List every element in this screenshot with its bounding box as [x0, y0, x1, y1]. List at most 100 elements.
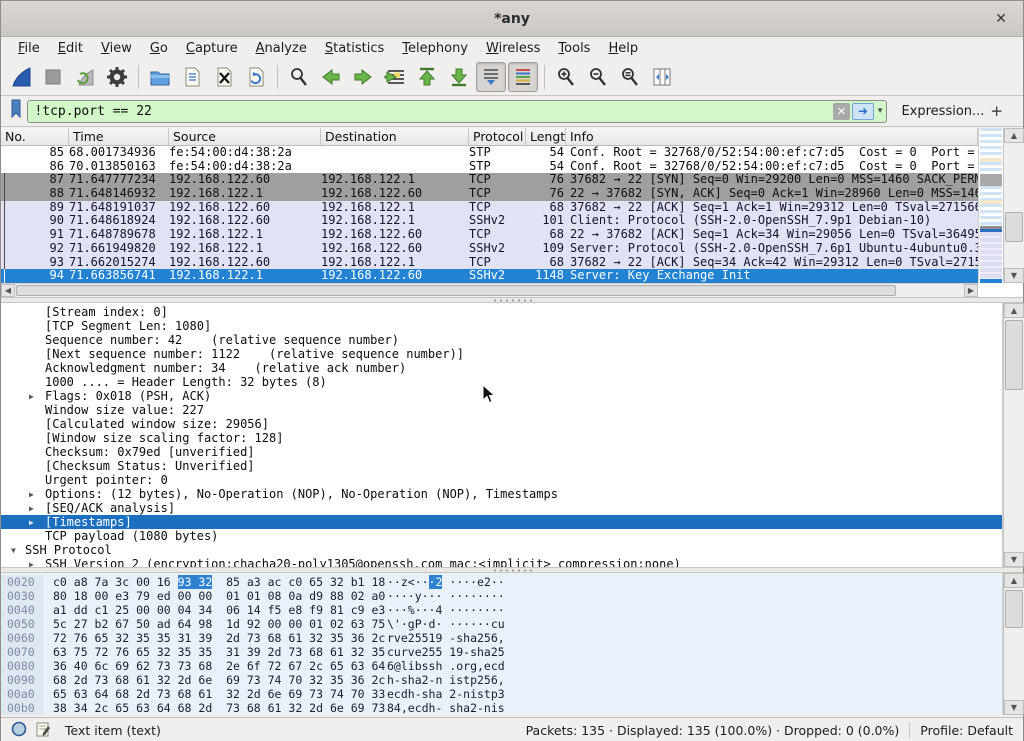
column-header-protocol[interactable]: Protocol — [469, 128, 526, 145]
packet-row[interactable]: 9071.648618924192.168.122.60192.168.122.… — [1, 214, 978, 228]
packet-row[interactable]: 9271.661949820192.168.122.1192.168.122.6… — [1, 242, 978, 256]
menu-telephony[interactable]: Telephony — [393, 39, 477, 58]
detail-line[interactable]: ▶Options: (12 bytes), No-Operation (NOP)… — [1, 487, 1002, 501]
column-header-destination[interactable]: Destination — [321, 128, 469, 145]
packet-minimap[interactable] — [978, 128, 1003, 283]
hex-row[interactable]: 0040a1 dd c1 25 00 00 04 34 06 14 f5 e8 … — [1, 603, 1002, 617]
hex-row[interactable]: 003080 18 00 e3 79 ed 00 00 01 01 08 0a … — [1, 589, 1002, 603]
zoom-out-button[interactable] — [583, 62, 613, 92]
scroll-thumb[interactable] — [1005, 212, 1023, 242]
packet-row[interactable]: 8971.648191037192.168.122.60192.168.122.… — [1, 201, 978, 215]
capture-comment-icon[interactable] — [35, 721, 51, 740]
expander-icon[interactable]: ▶ — [29, 516, 34, 530]
scroll-up-icon[interactable]: ▲ — [1004, 303, 1024, 318]
hex-row[interactable]: 0020c0 a8 7a 3c 00 16 93 32 85 a3 ac c0 … — [1, 575, 1002, 589]
detail-line[interactable]: 1000 .... = Header Length: 32 bytes (8) — [1, 375, 1002, 389]
detail-line[interactable]: Acknowledgment number: 34 (relative ack … — [1, 361, 1002, 375]
scroll-down-icon[interactable]: ▼ — [1004, 700, 1024, 715]
colorize-toggle[interactable] — [508, 62, 538, 92]
menu-view[interactable]: View — [92, 39, 141, 58]
expander-icon[interactable]: ▶ — [29, 502, 34, 516]
column-header-no[interactable]: No. — [1, 128, 69, 145]
filter-dropdown-icon[interactable]: ▾ — [876, 106, 887, 116]
hex-row[interactable]: 009068 2d 73 68 61 32 2d 6e 69 73 74 70 … — [1, 673, 1002, 687]
packet-row-selected[interactable]: 9471.663856741192.168.122.1192.168.122.6… — [1, 269, 978, 283]
menu-tools[interactable]: Tools — [549, 39, 599, 58]
column-header-source[interactable]: Source — [169, 128, 321, 145]
filter-bookmark-button[interactable] — [7, 99, 25, 123]
go-to-packet-button[interactable] — [380, 62, 410, 92]
detail-line[interactable]: [Window size scaling factor: 128] — [1, 431, 1002, 445]
hex-row[interactable]: 008036 40 6c 69 62 73 73 68 2e 6f 72 67 … — [1, 659, 1002, 673]
filter-clear-icon[interactable]: ✕ — [833, 103, 850, 120]
go-first-packet-button[interactable] — [412, 62, 442, 92]
detail-line[interactable]: Sequence number: 42 (relative sequence n… — [1, 333, 1002, 347]
packet-row[interactable]: 8771.647777234192.168.122.60192.168.122.… — [1, 173, 978, 187]
detail-line[interactable]: ▶[SEQ/ACK analysis] — [1, 501, 1002, 515]
detail-line[interactable]: [Calculated window size: 29056] — [1, 417, 1002, 431]
close-file-button[interactable] — [209, 62, 239, 92]
packet-row[interactable]: 9371.662015274192.168.122.60192.168.122.… — [1, 256, 978, 270]
packet-list-vscrollbar[interactable]: ▲ ▼ — [1003, 128, 1024, 283]
column-header-info[interactable]: Info — [566, 128, 978, 145]
save-file-button[interactable] — [177, 62, 207, 92]
menu-wireless[interactable]: Wireless — [477, 39, 549, 58]
filter-apply-icon[interactable]: ➜ — [852, 103, 874, 120]
stop-capture-button[interactable] — [38, 62, 68, 92]
packet-row[interactable]: 8871.648146932192.168.122.1192.168.122.6… — [1, 187, 978, 201]
detail-line[interactable]: [Stream index: 0] — [1, 305, 1002, 319]
zoom-in-button[interactable] — [551, 62, 581, 92]
go-back-button[interactable] — [316, 62, 346, 92]
hex-row[interactable]: 00505c 27 b2 67 50 ad 64 98 1d 92 00 00 … — [1, 617, 1002, 631]
zoom-original-button[interactable] — [615, 62, 645, 92]
expert-info-icon[interactable] — [11, 721, 27, 740]
hex-row[interactable]: 006072 76 65 32 35 35 31 39 2d 73 68 61 … — [1, 631, 1002, 645]
column-header-length[interactable]: Length — [526, 128, 566, 145]
detail-line[interactable]: ▶SSH Version 2 (encryption:chacha20-poly… — [1, 557, 1002, 567]
scroll-up-icon[interactable]: ▲ — [1004, 128, 1024, 143]
detail-line[interactable]: Window size value: 227 — [1, 403, 1002, 417]
open-file-button[interactable] — [145, 62, 175, 92]
capture-options-button[interactable] — [102, 62, 132, 92]
detail-line[interactable]: Checksum: 0x79ed [unverified] — [1, 445, 1002, 459]
packet-row[interactable]: 9171.648789678192.168.122.1192.168.122.6… — [1, 228, 978, 242]
profile-label[interactable]: Profile: Default — [920, 723, 1013, 738]
column-header-time[interactable]: Time — [69, 128, 169, 145]
detail-line-selected[interactable]: ▶[Timestamps] — [1, 515, 1002, 529]
hex-row[interactable]: 00b038 34 2c 65 63 64 68 2d 73 68 61 32 … — [1, 701, 1002, 715]
menu-edit[interactable]: Edit — [49, 39, 92, 58]
expression-button[interactable]: Expression... — [901, 104, 984, 119]
scroll-up-icon[interactable]: ▲ — [1004, 573, 1024, 588]
detail-vscrollbar[interactable]: ▲ ▼ — [1003, 303, 1024, 567]
expander-icon[interactable]: ▼ — [11, 544, 16, 558]
hex-row[interactable]: 007063 75 72 76 65 32 35 35 31 39 2d 73 … — [1, 645, 1002, 659]
scroll-right-icon[interactable]: ▶ — [964, 284, 978, 297]
packet-row[interactable]: 8568.001734936fe:54:00:d4:38:2aSTP54Conf… — [1, 146, 978, 160]
expander-icon[interactable]: ▶ — [29, 390, 34, 404]
detail-line[interactable]: [Checksum Status: Unverified] — [1, 459, 1002, 473]
scroll-thumb[interactable] — [16, 285, 896, 296]
go-last-packet-button[interactable] — [444, 62, 474, 92]
start-capture-button[interactable] — [6, 62, 36, 92]
scroll-thumb[interactable] — [1005, 320, 1023, 390]
find-packet-button[interactable] — [284, 62, 314, 92]
detail-line[interactable]: Urgent pointer: 0 — [1, 473, 1002, 487]
detail-line[interactable]: TCP payload (1080 bytes) — [1, 529, 1002, 543]
expander-icon[interactable]: ▶ — [29, 488, 34, 502]
detail-line[interactable]: ▼SSH Protocol — [1, 543, 1002, 557]
menu-analyze[interactable]: Analyze — [247, 39, 316, 58]
add-filter-button[interactable]: + — [984, 102, 1009, 120]
close-icon[interactable]: ✕ — [991, 9, 1011, 29]
detail-line[interactable]: [Next sequence number: 1122 (relative se… — [1, 347, 1002, 361]
scroll-down-icon[interactable]: ▼ — [1004, 552, 1024, 567]
hex-vscrollbar[interactable]: ▲ ▼ — [1003, 573, 1024, 715]
detail-line[interactable]: [TCP Segment Len: 1080] — [1, 319, 1002, 333]
packet-bytes-pane[interactable]: 0020c0 a8 7a 3c 00 16 93 32 85 a3 ac c0 … — [1, 573, 1003, 715]
packet-row[interactable]: 8670.013850163fe:54:00:d4:38:2aSTP54Conf… — [1, 160, 978, 174]
hex-row[interactable]: 00a065 63 64 68 2d 73 68 61 32 2d 6e 69 … — [1, 687, 1002, 701]
display-filter-input[interactable] — [28, 101, 832, 122]
scroll-left-icon[interactable]: ◀ — [1, 284, 15, 297]
scroll-down-icon[interactable]: ▼ — [1004, 268, 1024, 283]
packet-list-hscrollbar[interactable]: ◀ ▶ — [1, 283, 978, 297]
scroll-thumb[interactable] — [1005, 590, 1023, 628]
